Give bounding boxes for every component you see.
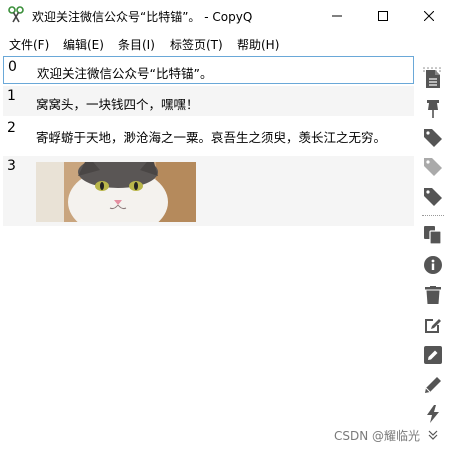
item-index: 1 (7, 88, 16, 104)
pin-icon[interactable] (422, 98, 444, 120)
item-index: 2 (7, 120, 16, 136)
list-item[interactable]: 3 (3, 156, 414, 226)
show-content-icon[interactable] (422, 68, 444, 90)
item-text: 窝窝头，一块钱四个，嘿嘿！ (36, 97, 199, 112)
menu-file[interactable]: 文件(F) (9, 36, 49, 53)
tag-icon[interactable] (422, 127, 444, 149)
item-index: 0 (8, 59, 17, 75)
item-toolbar (418, 56, 448, 451)
action-icon[interactable] (422, 403, 444, 425)
pencil-icon[interactable] (422, 374, 444, 396)
edit-external-icon[interactable] (422, 314, 444, 336)
copyq-scissors-icon (8, 6, 24, 24)
item-text: 欢迎关注微信公众号“比特锚”。 (37, 66, 213, 81)
menu-item[interactable]: 条目(I) (118, 36, 155, 53)
edit-icon[interactable] (422, 344, 444, 366)
item-text: 寄蜉蝣于天地，渺沧海之一粟。哀吾生之须臾，羡长江之无穷。 (36, 130, 387, 145)
tag-dark-icon[interactable] (422, 186, 444, 208)
menu-tabs[interactable]: 标签页(T) (170, 36, 223, 53)
list-item[interactable]: 0 欢迎关注微信公众号“比特锚”。 (3, 56, 414, 84)
close-button[interactable] (406, 0, 452, 32)
toolbar-separator (422, 215, 444, 216)
trash-icon[interactable] (422, 284, 444, 306)
minimize-button[interactable] (314, 0, 360, 32)
menu-bar: 文件(F) 编辑(E) 条目(I) 标签页(T) 帮助(H) (0, 32, 452, 54)
more-chevron-icon[interactable] (422, 428, 444, 442)
cat-photo (36, 162, 196, 222)
menu-edit[interactable]: 编辑(E) (63, 36, 104, 53)
window-title: 欢迎关注微信公众号“比特锚”。 - CopyQ (32, 10, 253, 24)
menu-help[interactable]: 帮助(H) (237, 36, 279, 53)
maximize-button[interactable] (360, 0, 406, 32)
watermark: CSDN @耀临光 (334, 429, 421, 443)
copy-icon[interactable] (422, 224, 444, 246)
clipboard-item-list[interactable]: 0 欢迎关注微信公众号“比特锚”。 1 窝窝头，一块钱四个，嘿嘿！ 2 寄蜉蝣于… (3, 56, 414, 434)
info-icon[interactable] (422, 254, 444, 276)
title-bar[interactable]: 欢迎关注微信公众号“比特锚”。 - CopyQ (0, 0, 452, 32)
list-item[interactable]: 2 寄蜉蝣于天地，渺沧海之一粟。哀吾生之须臾，羡长江之无穷。 (3, 118, 414, 154)
list-item[interactable]: 1 窝窝头，一块钱四个，嘿嘿！ (3, 86, 414, 116)
tag-light-icon[interactable] (422, 156, 444, 178)
item-index: 3 (7, 158, 16, 174)
